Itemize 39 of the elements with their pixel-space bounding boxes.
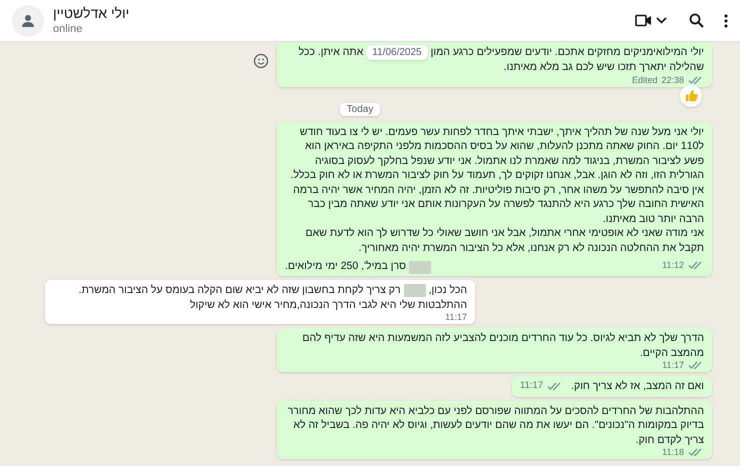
- message-time: 22:38: [661, 74, 684, 84]
- emoji-icon[interactable]: [253, 53, 269, 69]
- double-check-icon: [688, 74, 704, 84]
- person-icon: [21, 14, 35, 28]
- message-time: 11:18: [662, 447, 684, 457]
- message-time: 11:17: [445, 312, 467, 322]
- message-time: 11:12: [662, 260, 684, 270]
- message-text: שהלילה יתארך תזכו שיש לכם גב מלא מאיתנו.: [504, 60, 704, 74]
- edited-label: Edited: [632, 74, 658, 84]
- message-text: יולי אני מעל שנה של תהליך איתך, ישבתי איתך בחדר לפחות עשר פעמים. יש לי צו בעוד חודש ל110 יום. החוק שאתה מתכנן להעלות, שהוא על בסיס ההסכמות מלפני התקיפה באיראן הוא פשע לציבור המשרת, בניגוד למה שאמרת לנו אתמול. אני יודע שנפל בחלקך לעסוק בסוגיה הגורלית הזו, וזה לא הוגן. אבל, אנחנו זקוקים לך, תעמוד על חוק לציבור המשרת או לא חוק בכלל. אין סיבה להתפשר על משהו אחר, רק סיבות פוליטיות. זה לא הזמן, יהיה המחיר אשר יהיה ברמה האישית החובה שלך כרגע היא להתנגד לפשרה על העקרונות אותם אני יודע שאתה מבין כבר הרבה יותר טוב מאיתנו.: [290, 124, 704, 226]
- message-text: אני מודה שאני לא אופטימי אחרי אתמול, אבל אני חושב שאולי כל שדרוש לך הוא לדעת שאם תקבל את ההחלטה הנכונה לא רק אנחנו, אלא כל הציבור המשרת יהיה מאחוריך.: [304, 226, 704, 255]
- message-text: רק צריך לקחת בחשבון שזה לא יביא שום הקלה בעומס על הציבור המשרת.: [78, 283, 401, 298]
- contact-name: יולי אדלשטיין: [53, 5, 130, 22]
- double-check-icon: [688, 360, 704, 370]
- redaction-block: [408, 260, 431, 274]
- redaction-block: [404, 284, 426, 297]
- message-text: ההתלהבות של החרדים להסכים על המתווה שפורסם לפני עם כלביא היא עדות לכך שהוא מחורר בדיוק במקומות ה"נכונים". הם יעשו את מה שהם יודעים לעשות, וגיוס לא יהיה פה. בשביל זה לא צריך לקדם חוק.: [286, 404, 704, 447]
- message-text: ההתלבטות שלי היא לגבי הדרך הנכונה,מחיר אישי הוא לא שיקול: [190, 298, 467, 312]
- message-text: הדרך שלך לא תביא לגיוס. כל עוד החרדים מוכנים להצביע לזה המשמעות היא שזה עדיף להם מהמצב הקיים.: [301, 331, 704, 360]
- double-check-icon: [547, 381, 564, 392]
- contact-status: online: [53, 22, 84, 36]
- day-divider: Today: [340, 102, 380, 116]
- message-text: סרן במיל', 250 ימי מילואים.: [285, 259, 406, 274]
- message-time: 11:17: [662, 360, 684, 370]
- double-check-icon: [688, 447, 704, 457]
- message-time: 11:17: [520, 379, 544, 394]
- chevron-down-icon: [656, 17, 667, 24]
- more-options-icon[interactable]: [724, 14, 728, 28]
- message-text: ואם זה המצב, אז לא צריך חוק.: [571, 379, 704, 394]
- message-text: הכל נכון,: [428, 283, 467, 298]
- message-text: יולי המילואימניקים מחזקים אתכם. יודעים שמפעילים כרגע המון: [430, 45, 704, 60]
- double-check-icon: [688, 260, 704, 270]
- thumbs-up-icon: [684, 89, 698, 102]
- avatar[interactable]: [12, 4, 44, 36]
- search-icon[interactable]: [689, 13, 704, 28]
- video-camera-icon: [635, 14, 652, 27]
- message-text: אתה איתן. ככל: [298, 45, 364, 60]
- date-chip: 11/06/2025: [366, 45, 428, 60]
- video-call-button[interactable]: [635, 14, 667, 27]
